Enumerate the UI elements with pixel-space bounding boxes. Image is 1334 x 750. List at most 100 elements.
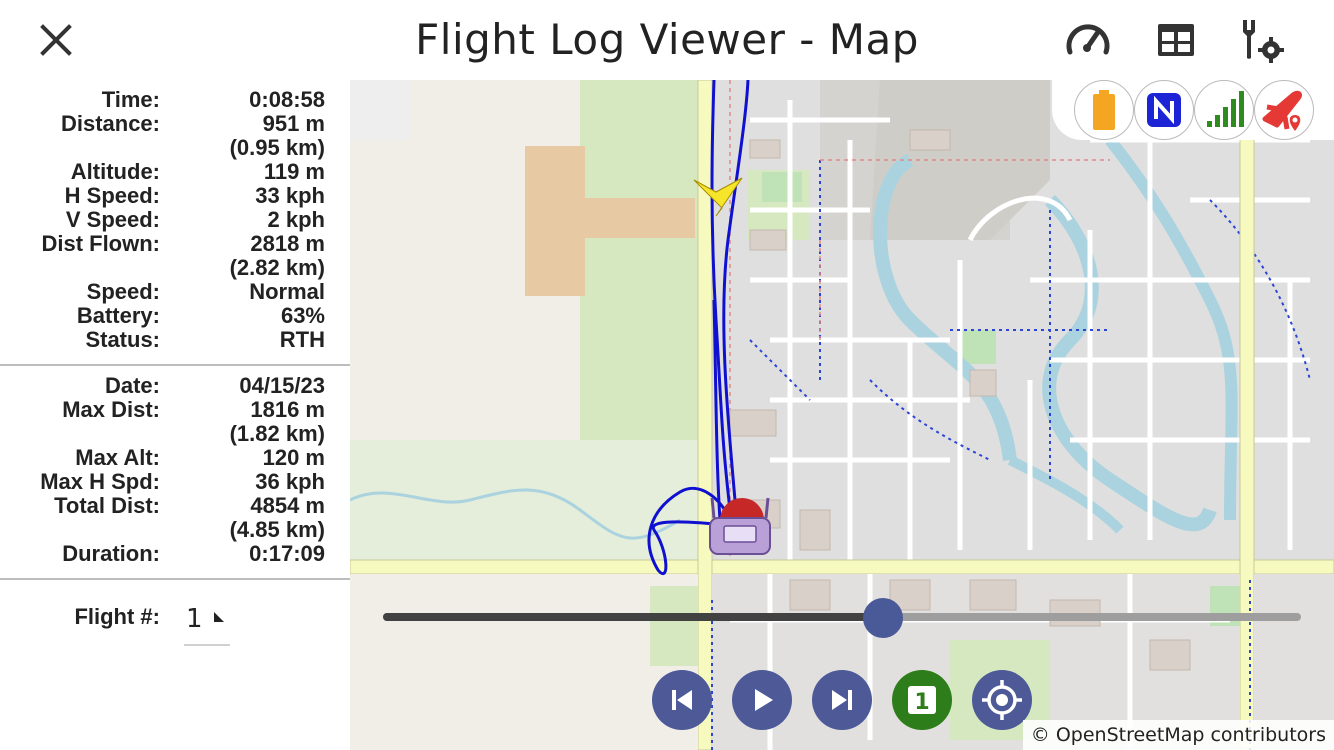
summary-stat-row: Max Alt: 120 m [0,446,350,470]
summary-stat-row: (1.82 km) [0,422,350,446]
skip-next-button[interactable] [812,670,872,730]
map-tiles [350,80,1334,750]
stat-value: 2 kph [267,207,325,232]
flight-info-panel: Time: 0:08:58 Distance: 951 m (0.95 km) Altit… [0,80,350,750]
stat-label: Max H Spd: [40,469,160,494]
flight-select-button[interactable]: 1 [892,670,952,730]
nav-mode-button[interactable] [1134,80,1194,140]
stat-label: Distance: [60,111,160,136]
summary-stat-row: Max Dist: 1816 m [0,398,350,422]
stat-label: Status: [85,327,160,352]
stat-value: 120 m [262,445,325,470]
play-button[interactable] [732,670,792,730]
stat-label: H Speed: [64,183,160,208]
stat-label [0,136,160,160]
stat-label [0,422,160,446]
settings-button[interactable] [1236,14,1288,66]
stat-value: 04/15/23 [239,373,325,398]
stat-label [0,256,160,280]
page-title: Flight Log Viewer - Map [415,15,919,64]
summary-stat-row: Date: 04/15/23 [0,374,350,398]
stat-label: Battery: [76,303,160,328]
playback-slider[interactable] [383,598,1301,638]
play-icon [755,689,773,711]
speedometer-button[interactable] [1062,14,1114,66]
flight-number-row: Flight #: 1 [0,592,350,646]
stat-value: 119 m [263,159,325,184]
stat-label: Max Dist: [62,397,160,422]
map-attribution[interactable]: © OpenStreetMap contributors [1022,720,1334,750]
settings-tools-icon [1243,20,1284,63]
current-stat-row: Battery: 63% [0,304,350,328]
stat-value: (0.95 km) [229,135,325,160]
current-stat-row: Status: RTH [0,328,350,352]
stat-label: Total Dist: [54,493,160,518]
flight-number-label: Flight #: [74,604,160,629]
map-view[interactable]: 1 © OpenStreetMap contributors [350,80,1334,750]
stat-value: 33 kph [255,183,325,208]
stat-label: Duration: [62,541,160,566]
slider-thumb[interactable] [863,598,904,638]
stat-label: Date: [104,373,160,398]
current-stat-row: Speed: Normal [0,280,350,304]
section-divider [0,364,350,366]
current-stat-row: Distance: 951 m [0,112,350,136]
slider-progress [383,613,884,621]
flight-one-icon: 1 [908,686,936,715]
battery-icon [1093,90,1115,130]
current-stat-row: (2.82 km) [0,256,350,280]
current-stat-row: Time: 0:08:58 [0,88,350,112]
stat-label: V Speed: [65,207,160,232]
stat-value: RTH [279,327,325,352]
stat-value: 951 m [262,111,325,136]
speedometer-icon [1066,24,1110,55]
table-icon [1158,24,1194,56]
current-stat-row: (0.95 km) [0,136,350,160]
stat-value: Normal [249,279,325,304]
stat-value: 0:17:09 [249,541,325,566]
summary-stat-row: (4.85 km) [0,518,350,542]
signal-icon [1207,91,1244,127]
current-stat-row: Dist Flown: 2818 m [0,232,350,256]
flight-badge-text: 1 [914,690,929,715]
battery-status-button[interactable] [1074,80,1134,140]
status-icon-bar [1052,80,1334,140]
stat-value: 2818 m [250,231,325,256]
summary-stat-row: Duration: 0:17:09 [0,542,350,566]
stat-value: 0:08:58 [249,87,325,112]
recenter-icon [982,680,1022,720]
summary-stats: Date: 04/15/23 Max Dist: 1816 m (1.82 km) Max… [0,374,350,566]
title-bar: Flight Log Viewer - Map [0,0,1334,80]
skip-previous-button[interactable] [652,670,712,730]
summary-stat-row: Total Dist: 4854 m [0,494,350,518]
current-stats: Time: 0:08:58 Distance: 951 m (0.95 km) Altit… [0,88,350,352]
stat-label [0,518,160,542]
stat-label: Altitude: [70,159,160,184]
summary-stat-row: Max H Spd: 36 kph [0,470,350,494]
app-root: Flight Log Viewer - Map Time: 0:08:58 Di… [0,0,1334,750]
section-divider [0,578,350,580]
skip-next-icon [832,690,852,710]
skip-previous-icon [672,690,692,710]
stat-value: (1.82 km) [229,421,325,446]
table-button[interactable] [1150,14,1202,66]
stat-value: (4.85 km) [229,517,325,542]
stat-value: (2.82 km) [229,255,325,280]
stat-label: Time: [101,87,160,112]
flight-number-value: 1 [186,604,203,634]
flight-number-dropdown[interactable]: 1 [184,598,230,646]
current-stat-row: Altitude: 119 m [0,160,350,184]
stat-label: Max Alt: [75,445,160,470]
dropdown-arrow-icon [214,612,224,622]
stat-label: Dist Flown: [41,231,160,256]
current-stat-row: H Speed: 33 kph [0,184,350,208]
current-stat-row: V Speed: 2 kph [0,208,350,232]
aircraft-location-button[interactable] [1254,80,1314,140]
stat-value: 63% [280,303,325,328]
stat-value: 36 kph [255,469,325,494]
stat-value: 4854 m [250,493,325,518]
signal-status-button[interactable] [1194,80,1254,140]
nav-mode-icon [1147,93,1181,127]
aircraft-location-icon [1262,90,1302,131]
stat-label: Speed: [86,279,160,304]
